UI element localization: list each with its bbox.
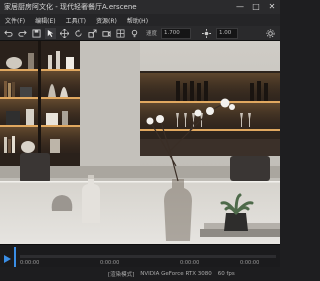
rotate-icon[interactable]	[73, 28, 84, 39]
window-title: 家居厨房阿文化 - 现代轻奢餐厅A.erscene	[4, 3, 137, 11]
title-bar: 家居厨房阿文化 - 现代轻奢餐厅A.erscene — □ ✕	[0, 0, 280, 14]
menu-help[interactable]: 帮助(H)	[122, 16, 153, 25]
close-button[interactable]: ✕	[264, 0, 280, 14]
sun-icon[interactable]	[201, 28, 212, 39]
toolbar: 速度 1.700 1.00	[0, 26, 280, 41]
save-icon[interactable]	[31, 28, 42, 39]
time-a: 0:00:00	[180, 260, 200, 266]
settings-icon[interactable]	[265, 28, 276, 39]
scene-render	[0, 41, 280, 244]
render-mode-status: [渲染模式]	[108, 271, 135, 278]
select-cursor-icon[interactable]	[45, 27, 56, 39]
time-b: 0:00:00	[240, 260, 260, 266]
menu-edit[interactable]: 编辑(E)	[30, 16, 60, 25]
maximize-button[interactable]: □	[248, 0, 264, 14]
grid-icon[interactable]	[115, 28, 126, 39]
redo-icon[interactable]	[17, 28, 28, 39]
window-controls: — □ ✕	[232, 0, 280, 14]
speed-label: 速度	[146, 31, 158, 37]
move-icon[interactable]	[59, 28, 70, 39]
timeline-track[interactable]	[20, 255, 276, 258]
menu-file[interactable]: 文件(F)	[0, 16, 30, 25]
fps-status: 60 fps	[217, 270, 235, 277]
menu-bar: 文件(F) 编辑(E) 工具(T) 资源(R) 帮助(H)	[0, 14, 280, 26]
minimize-button[interactable]: —	[232, 0, 248, 14]
menu-tools[interactable]: 工具(T)	[61, 16, 91, 25]
menu-resources[interactable]: 资源(R)	[91, 16, 122, 25]
exposure-field[interactable]: 1.00	[216, 27, 239, 39]
time-start: 0:00:00	[20, 260, 40, 266]
render-viewport[interactable]	[0, 41, 280, 244]
scale-icon[interactable]	[87, 28, 98, 39]
camera-icon[interactable]	[101, 28, 112, 39]
undo-icon[interactable]	[3, 28, 14, 39]
light-icon[interactable]	[129, 28, 140, 39]
time-mid: 0:00:00	[100, 260, 120, 266]
status-bar: [渲染模式] NVIDIA GeForce RTX 3080 60 fps	[0, 267, 280, 280]
gpu-status: NVIDIA GeForce RTX 3080	[140, 270, 212, 277]
speed-field[interactable]: 1.700	[161, 27, 192, 39]
